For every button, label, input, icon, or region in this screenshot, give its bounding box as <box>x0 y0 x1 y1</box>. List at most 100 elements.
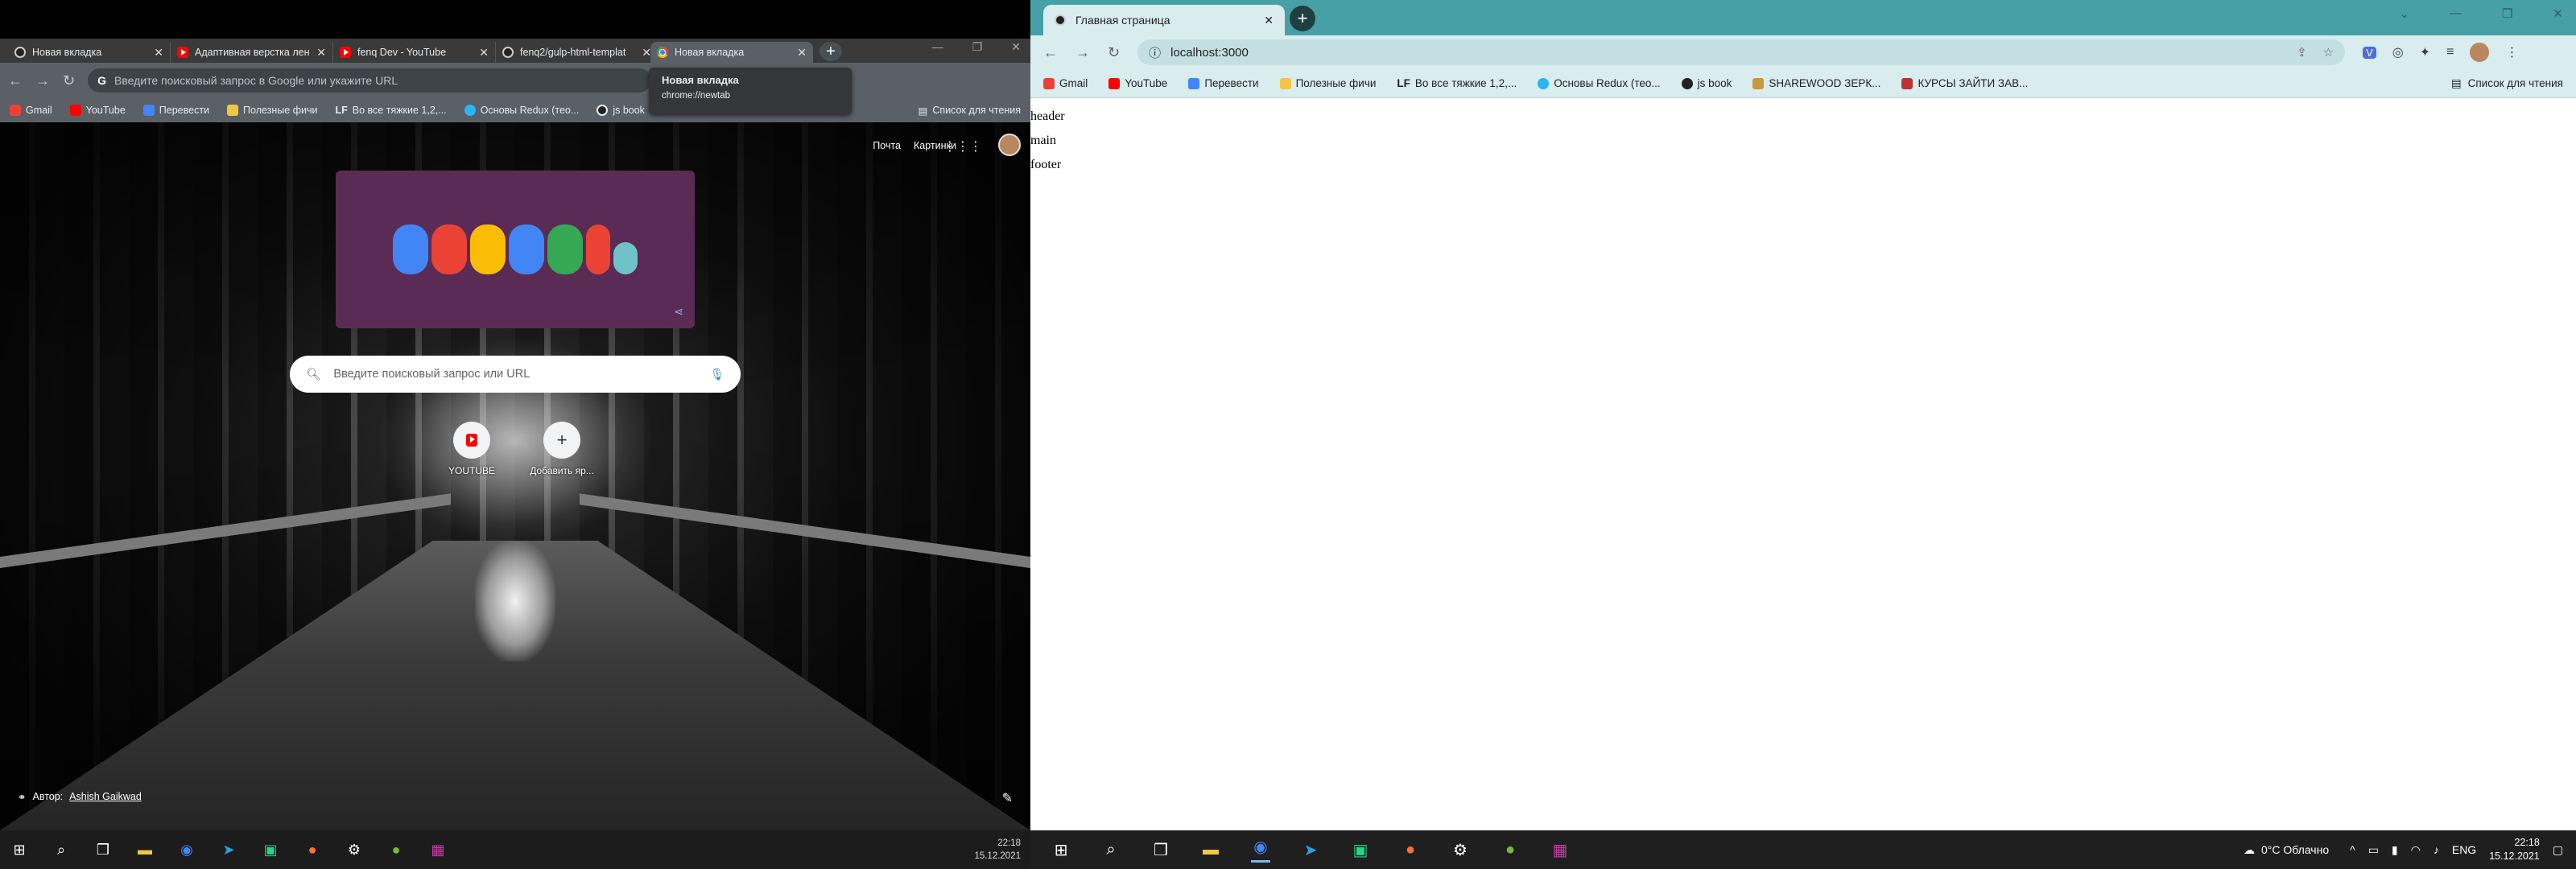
telegram-icon[interactable]: ➤ <box>219 842 238 859</box>
weather-widget[interactable]: ☁ 0°C Облачно <box>2244 843 2329 857</box>
task-view-icon[interactable]: ❒ <box>93 842 113 859</box>
bookmark-translate[interactable]: Перевести <box>142 105 209 116</box>
bookmark-jsbook[interactable]: js book <box>597 105 645 116</box>
customize-pencil-icon[interactable]: ✎ <box>1002 790 1013 806</box>
back-icon[interactable]: ← <box>1043 44 1058 61</box>
bookmark-gmail[interactable]: Gmail <box>10 105 52 116</box>
left-tab-4[interactable]: fenq2/gulp-html-templat ✕ <box>496 42 658 63</box>
bookmark-redux[interactable]: Основы Redux (тео... <box>1538 77 1661 89</box>
windows-start-icon[interactable]: ⊞ <box>1051 840 1071 860</box>
back-icon[interactable]: ← <box>8 72 23 89</box>
bookmark-redux[interactable]: Основы Redux (тео... <box>464 105 579 116</box>
minimize-icon[interactable]: — <box>2450 6 2462 21</box>
cloud-icon: ☁ <box>2243 842 2255 856</box>
settings-icon[interactable]: ⚙ <box>1451 840 1470 860</box>
language-indicator[interactable]: ENG <box>2452 843 2476 856</box>
bookmark-sharewood[interactable]: SHAREWOOD ЗЕРК... <box>1752 77 1880 89</box>
bookmark-star-icon[interactable]: ☆ <box>2323 45 2334 60</box>
close-window-icon[interactable]: ✕ <box>1011 40 1021 54</box>
bookmark-jsbook[interactable]: js book <box>1681 77 1732 89</box>
telegram-icon[interactable]: ➤ <box>1301 840 1320 860</box>
reading-list[interactable]: ▤ Список для чтения <box>919 105 1021 117</box>
notifications-icon[interactable]: ▢ <box>2553 843 2563 857</box>
firefox-icon[interactable]: ● <box>303 842 322 859</box>
bookmark-lf[interactable]: LF Во все тяжкие 1,2,... <box>335 105 446 116</box>
address-bar[interactable]: ⓘ localhost:3000 ⇪ ☆ <box>1137 39 2346 65</box>
search-icon[interactable]: ⌕ <box>52 842 71 859</box>
taskbar-clock[interactable]: 22:18 15.12.2021 <box>2489 836 2540 863</box>
reading-list-icon[interactable]: ≡ <box>2446 45 2454 60</box>
torrent-icon[interactable]: ● <box>1501 841 1520 859</box>
avatar[interactable] <box>2470 43 2490 62</box>
left-tab-1[interactable]: Новая вкладка ✕ <box>8 42 171 63</box>
bookmark-youtube[interactable]: YouTube <box>1108 77 1167 89</box>
close-window-icon[interactable]: ✕ <box>2553 6 2563 21</box>
avatar[interactable] <box>998 134 1021 156</box>
close-icon[interactable]: ✕ <box>154 46 163 60</box>
shortcut-add[interactable]: + Добавить яр... <box>530 422 594 476</box>
new-tab-button[interactable]: + <box>1290 6 1315 31</box>
file-explorer-icon[interactable]: ▬ <box>135 842 155 859</box>
chrome-icon[interactable]: ◉ <box>177 842 196 859</box>
close-icon[interactable]: ✕ <box>797 46 807 60</box>
tab-search-icon[interactable]: ⌄ <box>2399 6 2409 21</box>
network-icon[interactable]: ◠ <box>2411 843 2421 857</box>
info-icon[interactable]: ⓘ <box>1149 44 1161 61</box>
left-tab-5-active[interactable]: Новая вкладка ✕ <box>650 42 813 63</box>
omnibox[interactable]: G Введите поисковый запрос в Google или … <box>88 68 652 93</box>
reload-icon[interactable]: ↻ <box>1108 44 1120 61</box>
ntp-search-box[interactable]: 🔍︎ Введите поисковый запрос или URL 🎙︎ <box>290 356 741 393</box>
bookmark-folder[interactable]: Полезные фичи <box>227 105 317 116</box>
right-tab-active[interactable]: Главная страница ✕ <box>1043 5 1285 35</box>
courses-icon <box>1901 77 1913 89</box>
close-icon[interactable]: ✕ <box>1264 14 1274 27</box>
firefox-icon[interactable]: ● <box>1401 841 1420 859</box>
menu-icon[interactable]: ⋮ <box>2505 44 2518 60</box>
chrome-icon[interactable]: ◉ <box>1251 837 1270 863</box>
reading-list[interactable]: ▤ Список для чтения <box>2451 77 2563 90</box>
puzzle-icon[interactable]: ✦ <box>2420 44 2430 60</box>
shortcut-youtube[interactable]: YOUTUBE <box>441 422 502 476</box>
vpn-extension-icon[interactable]: V <box>2363 46 2376 59</box>
bookmark-lf[interactable]: LF Во все тяжкие 1,2,... <box>1397 77 1517 89</box>
forward-icon[interactable]: → <box>35 72 50 89</box>
search-icon[interactable]: ⌕ <box>1101 841 1121 859</box>
restore-icon[interactable]: ❐ <box>2502 6 2512 21</box>
microphone-icon[interactable]: 🎙︎ <box>710 368 724 381</box>
bookmark-translate[interactable]: Перевести <box>1188 77 1259 89</box>
torrent-icon[interactable]: ● <box>386 842 406 859</box>
share-icon[interactable]: ⋖ <box>674 305 683 319</box>
minimize-icon[interactable]: — <box>932 40 943 54</box>
extension-icon[interactable]: ◎ <box>2392 44 2404 60</box>
left-tab-3[interactable]: fenq Dev - YouTube ✕ <box>333 42 496 63</box>
windows-start-icon[interactable]: ⊞ <box>10 842 29 859</box>
left-tab-2[interactable]: Адаптивная верстка лен ✕ <box>171 42 333 63</box>
chevron-up-icon[interactable]: ^ <box>2350 843 2355 856</box>
device-icon[interactable]: ▭ <box>2368 843 2379 857</box>
bookmark-gmail[interactable]: Gmail <box>1043 77 1088 89</box>
webstorm-icon[interactable]: ▣ <box>1351 840 1370 860</box>
reload-icon[interactable]: ↻ <box>63 72 75 89</box>
battery-icon[interactable]: ▮ <box>2392 843 2398 857</box>
google-doodle[interactable]: ⋖ <box>336 171 695 328</box>
forward-icon[interactable]: → <box>1075 44 1090 61</box>
bookmark-youtube[interactable]: YouTube <box>69 105 126 116</box>
archive-icon[interactable]: ▦ <box>1550 840 1570 860</box>
close-icon[interactable]: ✕ <box>316 46 326 60</box>
file-explorer-icon[interactable]: ▬ <box>1201 841 1220 859</box>
share-icon[interactable]: ⇪ <box>2297 45 2307 60</box>
close-icon[interactable]: ✕ <box>479 46 489 60</box>
mail-link[interactable]: Почта <box>873 140 901 151</box>
new-tab-button[interactable]: + <box>819 42 842 61</box>
apps-grid-icon[interactable]: ⋮⋮⋮ <box>943 138 982 154</box>
archive-icon[interactable]: ▦ <box>428 842 448 859</box>
author-name-link[interactable]: Ashish Gaikwad <box>69 791 142 803</box>
settings-icon[interactable]: ⚙ <box>345 842 364 859</box>
webstorm-icon[interactable]: ▣ <box>261 842 280 859</box>
restore-icon[interactable]: ❐ <box>972 40 983 54</box>
volume-icon[interactable]: ♪ <box>2434 843 2439 856</box>
bookmark-courses[interactable]: КУРСЫ ЗАЙТИ ЗАВ... <box>1901 77 2028 89</box>
taskbar-clock[interactable]: 22:18 15.12.2021 <box>974 837 1021 863</box>
bookmark-folder[interactable]: Полезные фичи <box>1279 77 1376 89</box>
task-view-icon[interactable]: ❒ <box>1151 840 1170 860</box>
